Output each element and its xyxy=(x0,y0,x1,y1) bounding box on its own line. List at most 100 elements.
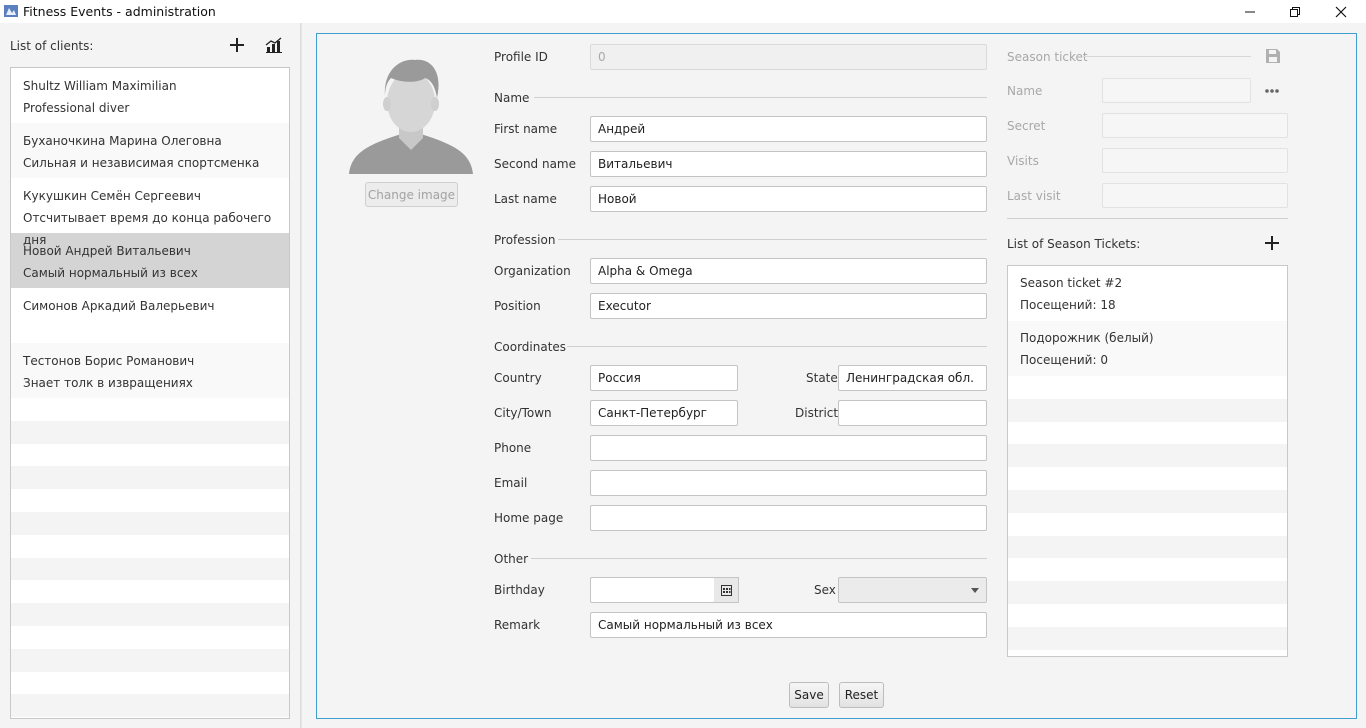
list-item[interactable]: Буханочкина Марина Олеговна Сильная и не… xyxy=(11,123,289,178)
client-note: Сильная и независимая спортсменка xyxy=(23,156,260,170)
organization-field[interactable]: Alpha & Omega xyxy=(590,258,987,284)
email-field[interactable] xyxy=(590,470,987,496)
secret-field[interactable] xyxy=(1102,113,1288,138)
profile-id-label: Profile ID xyxy=(494,50,548,64)
empty-row xyxy=(1008,513,1287,536)
empty-row xyxy=(11,511,289,535)
calendar-button[interactable] xyxy=(714,577,739,603)
position-field[interactable]: Executor xyxy=(590,293,987,319)
position-label: Position xyxy=(494,299,541,313)
country-label: Country xyxy=(494,371,542,385)
empty-row xyxy=(1008,626,1287,650)
empty-row xyxy=(11,420,289,444)
clients-list-title: List of clients: xyxy=(10,39,94,53)
plus-icon xyxy=(1265,236,1279,250)
empty-row xyxy=(11,580,289,603)
phone-label: Phone xyxy=(494,441,532,455)
empty-row xyxy=(1008,444,1287,468)
close-button[interactable] xyxy=(1318,0,1364,23)
country-field[interactable]: Россия xyxy=(590,365,738,391)
sex-label: Sex xyxy=(814,583,836,597)
profession-separator xyxy=(558,239,987,240)
district-field[interactable] xyxy=(838,400,987,426)
season-ticket-section-label: Season ticket xyxy=(1007,50,1088,64)
list-item-selected[interactable]: Новой Андрей Витальевич Самый нормальный… xyxy=(11,233,289,288)
visits-field[interactable] xyxy=(1102,148,1288,173)
last-name-field[interactable]: Новой xyxy=(590,186,987,212)
birthday-label: Birthday xyxy=(494,583,545,597)
client-name: Симонов Аркадий Валерьевич xyxy=(23,299,215,313)
phone-field[interactable] xyxy=(590,435,987,461)
other-separator xyxy=(531,558,987,559)
save-button[interactable]: Save xyxy=(789,682,829,708)
ticket-name-field[interactable] xyxy=(1102,78,1251,103)
profession-section-label: Profession xyxy=(494,233,556,247)
season-ticket-separator xyxy=(1083,56,1251,57)
change-image-button[interactable]: Change image xyxy=(365,182,458,207)
ticket-visits: Посещений: 18 xyxy=(1020,298,1116,312)
plus-icon xyxy=(230,38,244,52)
city-field[interactable]: Санкт-Петербург xyxy=(590,400,738,426)
add-ticket-button[interactable] xyxy=(1260,231,1284,255)
list-item[interactable]: Season ticket #2 Посещений: 18 xyxy=(1008,266,1287,321)
window-title: Fitness Events - administration xyxy=(23,4,216,19)
save-ticket-button[interactable] xyxy=(1261,44,1285,68)
state-field[interactable]: Ленинградская обл. xyxy=(838,365,987,391)
clients-list[interactable]: Shultz William Maximilian Professional d… xyxy=(10,67,290,719)
empty-row xyxy=(1008,581,1287,604)
list-item[interactable]: Shultz William Maximilian Professional d… xyxy=(11,68,289,123)
list-item[interactable]: Подорожник (белый) Посещений: 0 xyxy=(1008,321,1287,376)
ticket-name: Season ticket #2 xyxy=(1020,276,1123,290)
last-visit-field[interactable] xyxy=(1102,183,1288,208)
reset-button[interactable]: Reset xyxy=(839,682,884,708)
remark-label: Remark xyxy=(494,618,541,632)
client-note: Самый нормальный из всех xyxy=(23,266,198,280)
first-name-field[interactable]: Андрей xyxy=(590,116,987,142)
calendar-icon xyxy=(720,584,732,596)
list-item[interactable]: Симонов Аркадий Валерьевич xyxy=(11,288,289,343)
last-visit-label: Last visit xyxy=(1007,189,1061,203)
add-client-button[interactable] xyxy=(225,33,249,57)
second-name-field[interactable]: Витальевич xyxy=(590,151,987,177)
floppy-disk-icon xyxy=(1266,49,1280,63)
client-details-panel: Change image Profile ID 0 Name First nam… xyxy=(316,33,1357,719)
restore-button[interactable] xyxy=(1272,0,1318,23)
homepage-field[interactable] xyxy=(590,505,987,531)
empty-row xyxy=(1008,558,1287,581)
avatar xyxy=(347,50,475,174)
empty-row xyxy=(11,466,289,490)
season-tickets-list-title: List of Season Tickets: xyxy=(1007,237,1141,251)
list-item[interactable]: Кукушкин Семён Сергеевич Отсчитывает вре… xyxy=(11,178,289,247)
empty-row xyxy=(1008,376,1287,399)
remark-field[interactable]: Самый нормальный из всех xyxy=(590,612,987,638)
chart-icon xyxy=(265,37,282,53)
name-section-label: Name xyxy=(494,91,530,105)
split-divider[interactable] xyxy=(300,23,302,728)
empty-row xyxy=(11,535,289,558)
coordinates-separator xyxy=(567,346,987,347)
client-name: Буханочкина Марина Олеговна xyxy=(23,134,222,148)
empty-row xyxy=(1008,489,1287,513)
list-item[interactable]: Тестонов Борис Романович Знает толк в из… xyxy=(11,343,289,398)
more-button[interactable] xyxy=(1260,79,1284,103)
client-name: Новой Андрей Витальевич xyxy=(23,244,191,258)
ticket-visits: Посещений: 0 xyxy=(1020,353,1108,367)
empty-row xyxy=(1008,398,1287,422)
empty-row xyxy=(1008,604,1287,627)
season-tickets-list[interactable]: Season ticket #2 Посещений: 18 Подорожни… xyxy=(1007,265,1288,657)
minimize-button[interactable] xyxy=(1227,0,1273,23)
sex-select[interactable] xyxy=(838,577,987,603)
birthday-field[interactable] xyxy=(590,577,715,603)
client-note: Знает толк в извращениях xyxy=(23,376,193,390)
empty-row xyxy=(11,444,289,467)
city-label: City/Town xyxy=(494,406,552,420)
clients-pane: List of clients: Shultz William Maximili… xyxy=(0,23,300,728)
client-name: Тестонов Борис Романович xyxy=(23,354,195,368)
empty-row xyxy=(1008,535,1287,559)
empty-row xyxy=(11,603,289,626)
district-label: District xyxy=(795,406,839,420)
email-label: Email xyxy=(494,476,528,490)
profile-id-field: 0 xyxy=(590,44,987,70)
other-section-label: Other xyxy=(494,552,529,566)
statistics-button[interactable] xyxy=(262,33,286,57)
